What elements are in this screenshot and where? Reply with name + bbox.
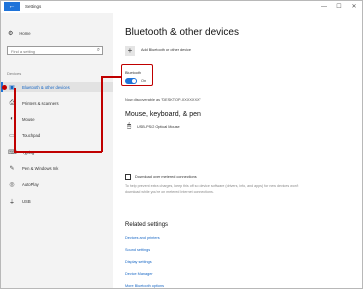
sidebar-item-touchpad[interactable]: ▭ Touchpad bbox=[1, 130, 113, 140]
sidebar-home[interactable]: ⚙ Home bbox=[8, 30, 31, 37]
sidebar-item-label: Touchpad bbox=[22, 132, 41, 138]
sidebar-item-mouse[interactable]: ◐ Mouse bbox=[1, 114, 113, 124]
callout-line bbox=[14, 151, 102, 153]
sidebar-item-label: Printers & scanners bbox=[22, 100, 59, 106]
settings-window: ← Settings — ☐ ✕ ⚙ Home Find a setting ⌕… bbox=[0, 0, 363, 289]
title-bar: ← Settings — ☐ ✕ bbox=[1, 1, 362, 13]
callout-dot bbox=[2, 85, 7, 90]
related-settings-title: Related settings bbox=[125, 222, 169, 228]
sidebar-item-bluetooth[interactable]: ▣ Bluetooth & other devices bbox=[1, 82, 113, 92]
sidebar-item-label: AutoPlay bbox=[22, 181, 39, 187]
search-icon: ⌕ bbox=[96, 47, 100, 53]
close-button[interactable]: ✕ bbox=[349, 2, 359, 12]
sidebar-item-label: USB bbox=[22, 198, 31, 204]
discoverable-status: Now discoverable as "DESKTOP-XXXXXXX" bbox=[125, 98, 201, 102]
sidebar-item-pen[interactable]: ✎ Pen & Windows Ink bbox=[1, 163, 113, 173]
mouse-icon: 🖱 bbox=[127, 123, 132, 130]
minimize-button[interactable]: — bbox=[319, 2, 329, 12]
main-content: Bluetooth & other devices + Add Bluetoot… bbox=[113, 13, 362, 288]
metered-checkbox[interactable] bbox=[125, 174, 131, 180]
link-more-bluetooth[interactable]: More Bluetooth options bbox=[125, 284, 164, 288]
add-device-label[interactable]: Add Bluetooth or other device bbox=[141, 48, 191, 52]
window-title: Settings bbox=[25, 4, 42, 9]
sidebar-item-printers[interactable]: ⎙ Printers & scanners bbox=[1, 98, 113, 108]
search-placeholder: Find a setting bbox=[11, 49, 36, 54]
bluetooth-toggle-state: On bbox=[141, 79, 147, 83]
sidebar-item-label: Pen & Windows Ink bbox=[22, 165, 59, 171]
sidebar-item-label: Mouse bbox=[22, 116, 35, 122]
bluetooth-label: Bluetooth bbox=[125, 71, 142, 75]
link-sound-settings[interactable]: Sound settings bbox=[125, 248, 150, 252]
callout-line bbox=[14, 88, 16, 152]
sidebar-item-usb[interactable]: ⏚ USB bbox=[1, 196, 113, 206]
bluetooth-toggle[interactable] bbox=[125, 78, 137, 84]
callout-line bbox=[101, 76, 103, 152]
device-name[interactable]: USB-PS/2 Optical Mouse bbox=[137, 125, 180, 129]
maximize-button[interactable]: ☐ bbox=[334, 2, 344, 12]
page-title: Bluetooth & other devices bbox=[125, 27, 239, 38]
sidebar-item-autoplay[interactable]: ◎ AutoPlay bbox=[1, 179, 113, 189]
pen-icon: ✎ bbox=[9, 165, 15, 172]
section-heading-mouse: Mouse, keyboard, & pen bbox=[125, 111, 201, 118]
sidebar-item-label: Bluetooth & other devices bbox=[22, 84, 70, 90]
add-device-button[interactable]: + bbox=[125, 46, 135, 56]
sidebar-section-header: Devices bbox=[7, 71, 22, 76]
link-devices-printers[interactable]: Devices and printers bbox=[125, 236, 160, 240]
sidebar-home-label: Home bbox=[19, 31, 31, 36]
link-display-settings[interactable]: Display settings bbox=[125, 260, 152, 264]
usb-icon: ⏚ bbox=[8, 199, 15, 206]
autoplay-icon: ◎ bbox=[9, 181, 15, 188]
search-input[interactable]: Find a setting ⌕ bbox=[7, 46, 103, 55]
toggle-knob bbox=[132, 79, 136, 83]
back-button[interactable]: ← bbox=[4, 2, 20, 11]
metered-hint: To help prevent extra charges, keep this… bbox=[125, 184, 299, 194]
link-device-manager[interactable]: Device Manager bbox=[125, 272, 153, 276]
metered-checkbox-label[interactable]: Download over metered connections bbox=[135, 174, 197, 180]
gear-icon: ⚙ bbox=[8, 31, 14, 37]
callout-line bbox=[101, 76, 121, 78]
